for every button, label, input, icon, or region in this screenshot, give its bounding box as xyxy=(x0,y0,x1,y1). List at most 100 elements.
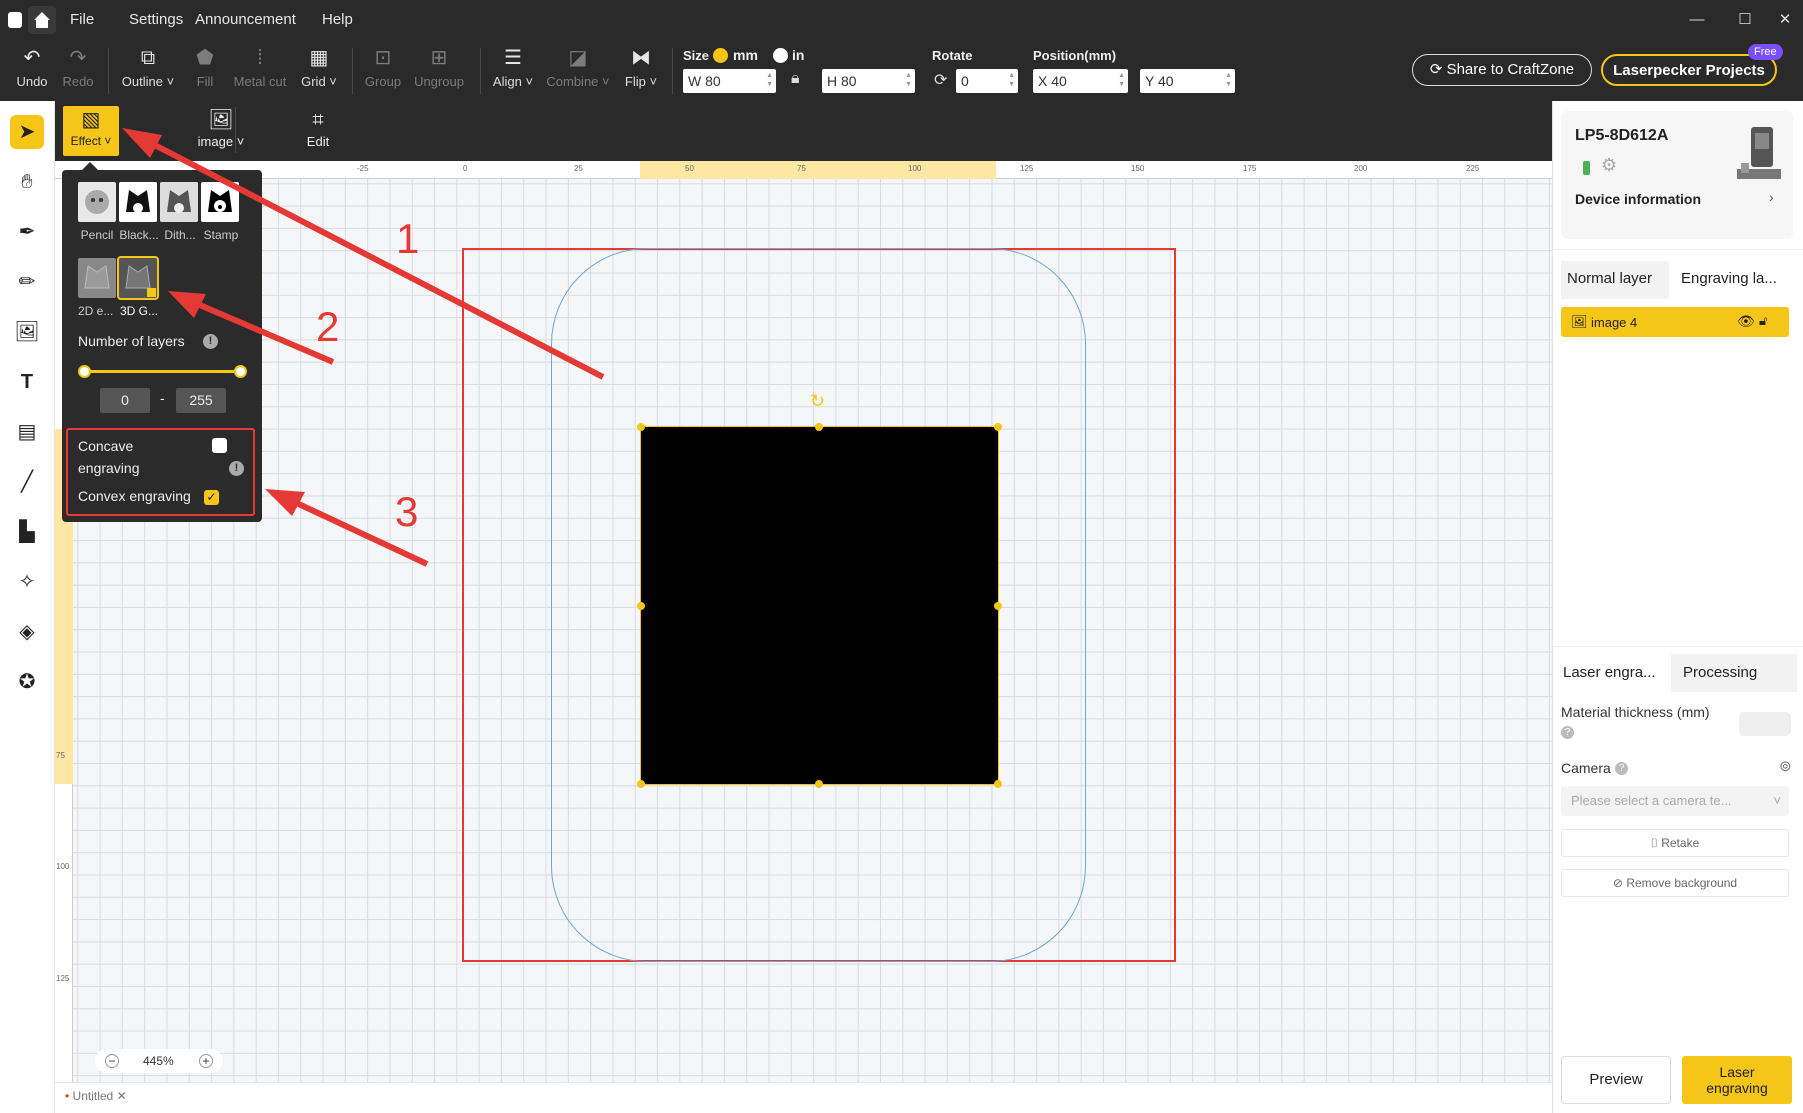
convex-engraving-checkbox[interactable]: ✓ xyxy=(204,490,219,505)
resize-handle[interactable] xyxy=(637,780,645,788)
close-icon[interactable]: ✕ xyxy=(1773,8,1797,32)
concave-engraving-checkbox[interactable] xyxy=(212,438,227,453)
resize-handle[interactable] xyxy=(637,602,645,610)
selected-image-object[interactable] xyxy=(640,426,999,785)
effect-dithering-thumb[interactable] xyxy=(160,182,198,222)
align-button[interactable]: ☰ Align ˅ xyxy=(490,46,536,89)
laser-engraving-button[interactable]: Laser engraving xyxy=(1682,1056,1792,1104)
remove-background-button[interactable]: ⊘ Remove background xyxy=(1561,869,1789,897)
minimize-icon[interactable]: — xyxy=(1685,8,1709,32)
undo-button[interactable]: ↶ Undo xyxy=(12,46,52,89)
menu-help[interactable]: Help xyxy=(322,0,353,40)
eye-icon[interactable]: 👁︎ xyxy=(1737,313,1755,330)
material-thickness-input[interactable] xyxy=(1739,712,1791,736)
battery-icon xyxy=(1583,161,1590,175)
grid-button[interactable]: ▦ Grid ˅ xyxy=(298,46,340,89)
doc-tab-untitled[interactable]: • Untitled ✕ xyxy=(65,1089,127,1103)
share-craftzone-button[interactable]: ⟳ Share to CraftZone xyxy=(1412,54,1592,86)
layers-max-input[interactable]: 255 xyxy=(176,388,226,413)
laserpecker-projects-button[interactable]: Laserpecker Projects xyxy=(1601,54,1777,86)
hand-tool-icon[interactable]: ✋︎ xyxy=(10,165,44,199)
maximize-icon[interactable]: ☐ xyxy=(1733,8,1757,32)
image-menu-button[interactable]: 🖼︎ image ˅ xyxy=(161,106,281,156)
tab-processing[interactable]: Processing xyxy=(1683,664,1757,681)
help-icon[interactable]: ? xyxy=(1561,726,1574,739)
resize-handle[interactable] xyxy=(815,423,823,431)
rotate-handle-icon[interactable]: ↻ xyxy=(810,391,825,412)
add-image-icon[interactable]: 🖼︎ xyxy=(10,315,44,349)
camera-settings-icon[interactable]: ⊚ xyxy=(1779,757,1792,775)
x-input[interactable]: X 40 ▲ ▼ xyxy=(1033,69,1128,93)
height-input[interactable]: H 80 ▲ ▼ xyxy=(822,69,915,93)
lock-icon[interactable]: 🔒︎ xyxy=(791,70,800,88)
fill-button[interactable]: ⬟ Fill xyxy=(188,46,222,89)
device-information-link[interactable]: Device information xyxy=(1575,191,1701,207)
pencil-tool-icon[interactable]: ✏︎ xyxy=(10,265,44,299)
select-tool-icon[interactable]: ➤ xyxy=(10,115,44,149)
effect-stamp-thumb[interactable] xyxy=(201,182,239,222)
unit-in-radio[interactable] xyxy=(773,48,788,63)
layers-min-input[interactable]: 0 xyxy=(100,388,150,413)
redo-button[interactable]: ↷ Redo xyxy=(58,46,98,89)
preview-button[interactable]: Preview xyxy=(1561,1056,1671,1104)
zoom-in-button[interactable]: + xyxy=(199,1054,213,1068)
shape-tool-icon[interactable]: ✧ xyxy=(10,565,44,599)
tab-normal-layer[interactable]: Normal layer xyxy=(1567,270,1652,287)
menu-file[interactable]: File xyxy=(70,0,94,40)
retake-button[interactable]: ⌷ Retake xyxy=(1561,829,1789,857)
tab-engraving-layer[interactable]: Engraving la... xyxy=(1681,270,1777,287)
line-tool-icon[interactable]: ╱ xyxy=(10,465,44,499)
resize-handle[interactable] xyxy=(994,602,1002,610)
rotate-input[interactable]: 0 ▲ ▼ xyxy=(956,69,1018,93)
home-icon[interactable] xyxy=(28,6,56,34)
close-tab-icon[interactable]: ✕ xyxy=(117,1089,127,1103)
grid-label: Grid ˅ xyxy=(301,74,337,89)
flip-button[interactable]: ⧓ Flip ˅ xyxy=(620,46,662,89)
camera-template-select[interactable]: Please select a camera te... ˅ xyxy=(1561,786,1789,816)
info-icon[interactable]: ! xyxy=(229,461,244,476)
width-input[interactable]: W 80 ▲ ▼ xyxy=(683,69,776,93)
resize-handle[interactable] xyxy=(637,423,645,431)
outline-button[interactable]: ⧉ Outline ˅ xyxy=(118,46,178,89)
group-button[interactable]: ⊡ Group xyxy=(362,46,404,89)
device-card[interactable]: LP5-8D612A ⚙ Device information › xyxy=(1561,111,1793,239)
help-icon[interactable]: ? xyxy=(1615,762,1628,775)
tab-laser-engraving[interactable]: Laser engra... xyxy=(1563,664,1656,681)
design-canvas[interactable]: -25 0 25 50 75 100 125 150 175 200 225 7… xyxy=(55,161,1552,1082)
ungroup-button[interactable]: ⊞ Ungroup xyxy=(412,46,466,89)
effect-dither-label: Dith... xyxy=(164,228,196,242)
y-input[interactable]: Y 40 ▲ ▼ xyxy=(1140,69,1235,93)
stamp-tool-icon[interactable]: ▙ xyxy=(10,515,44,549)
zoom-out-button[interactable]: − xyxy=(105,1054,119,1068)
gear-icon[interactable]: ⚙ xyxy=(1601,155,1617,176)
material-star-icon[interactable]: ✪ xyxy=(10,665,44,699)
effect-black-white-thumb[interactable] xyxy=(119,182,157,222)
pen-tool-icon[interactable]: ✒︎ xyxy=(10,215,44,249)
layers-slider-min-handle[interactable] xyxy=(78,365,91,378)
resize-handle[interactable] xyxy=(994,423,1002,431)
resize-handle[interactable] xyxy=(815,780,823,788)
image-icon: 🖼︎ xyxy=(1571,314,1588,329)
size-label: Size xyxy=(683,48,710,63)
effect-2d-thumb[interactable] xyxy=(78,258,116,298)
effect-button[interactable]: ▧ Effect ˅ xyxy=(63,106,119,156)
effect-3d-grayscale-thumb[interactable] xyxy=(117,256,159,300)
unit-mm-radio[interactable] xyxy=(713,48,728,63)
text-tool-icon[interactable]: T xyxy=(10,365,44,399)
menu-settings[interactable]: Settings xyxy=(129,0,183,40)
layers-slider-max-handle[interactable] xyxy=(234,365,247,378)
combine-label: Combine ˅ xyxy=(546,74,610,89)
info-icon[interactable]: ! xyxy=(203,334,218,349)
resize-handle[interactable] xyxy=(994,780,1002,788)
menu-announcement[interactable]: Announcement xyxy=(195,0,296,40)
barcode-tool-icon[interactable]: ▤ xyxy=(10,415,44,449)
effect-pencil-thumb[interactable] xyxy=(78,182,116,222)
metal-cut-button[interactable]: ⁞ Metal cut xyxy=(230,46,290,89)
fill-bucket-icon[interactable]: ◈ xyxy=(10,615,44,649)
layer-item-image4[interactable]: 🖼︎ image 4 👁︎ 🔓︎ xyxy=(1561,307,1789,337)
combine-button[interactable]: ◪ Combine ˅ xyxy=(544,46,612,89)
layers-slider-track[interactable] xyxy=(84,370,240,373)
edit-button[interactable]: ⌗ Edit xyxy=(295,106,341,156)
remove-bg-icon: ⊘ xyxy=(1612,876,1623,890)
unlock-icon[interactable]: 🔓︎ xyxy=(1759,313,1767,329)
